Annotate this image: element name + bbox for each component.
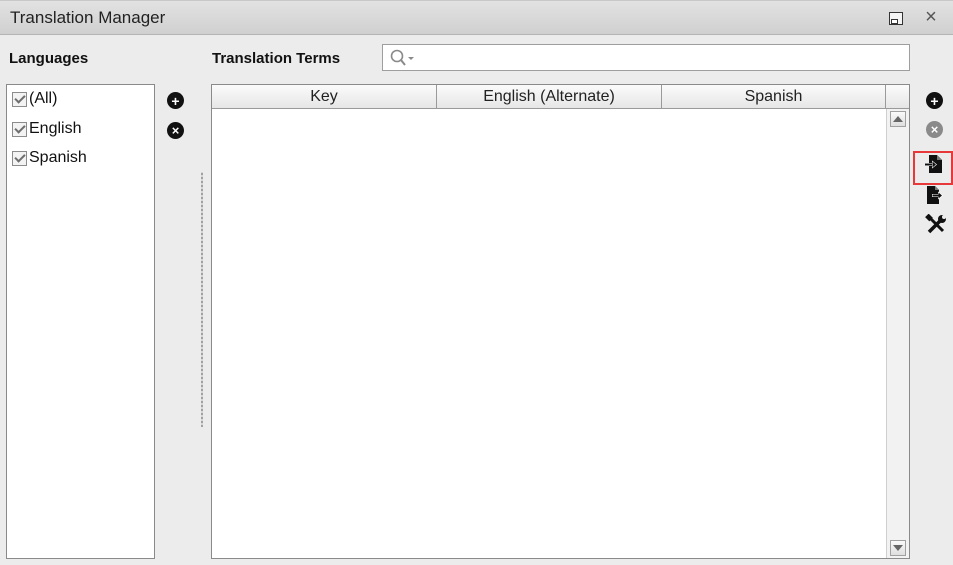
checkbox-spanish[interactable] [12,150,27,166]
close-icon[interactable]: × [920,5,942,29]
translation-terms-label: Translation Terms [212,50,341,67]
window-titlebar: Translation Manager × [0,0,953,35]
list-item-all[interactable]: (All) [12,88,57,110]
tools-icon[interactable] [925,214,947,236]
translation-terms-table[interactable]: Key English (Alternate) Spanish [211,84,910,559]
languages-label: Languages [9,50,89,67]
list-item-spanish[interactable]: Spanish [12,147,87,169]
language-label: (All) [29,90,58,107]
splitter-handle[interactable] [201,172,203,427]
scroll-up-button[interactable] [890,111,906,127]
search-dropdown-icon[interactable] [389,48,415,68]
header-filler [886,85,909,109]
window-title: Translation Manager [10,8,166,27]
search-input[interactable] [382,44,910,71]
table-header: Key English (Alternate) Spanish [212,85,909,109]
remove-language-icon[interactable]: × [167,122,184,139]
import-glyph-icon [925,155,942,173]
add-term-icon[interactable]: + [926,92,943,109]
add-language-icon[interactable]: + [167,92,184,109]
column-header-spanish[interactable]: Spanish [662,85,886,109]
wrench-screwdriver-icon [925,214,946,234]
scroll-down-button[interactable] [890,540,906,556]
vertical-scrollbar[interactable] [886,109,909,558]
restore-window-icon[interactable] [889,12,903,25]
import-icon[interactable] [923,153,945,175]
checkbox-all[interactable] [12,91,27,107]
list-item-english[interactable]: English [12,118,81,140]
column-header-key[interactable]: Key [212,85,437,109]
export-icon[interactable] [923,184,945,206]
language-label: English [29,120,82,137]
arrow-up-icon [893,116,903,122]
arrow-down-icon [893,545,903,551]
export-glyph-icon [927,186,943,204]
languages-list[interactable]: (All) English Spanish [6,84,155,559]
remove-term-icon[interactable]: × [926,121,943,138]
language-label: Spanish [29,149,87,166]
column-header-english-alternate[interactable]: English (Alternate) [437,85,662,109]
checkbox-english[interactable] [12,121,27,137]
